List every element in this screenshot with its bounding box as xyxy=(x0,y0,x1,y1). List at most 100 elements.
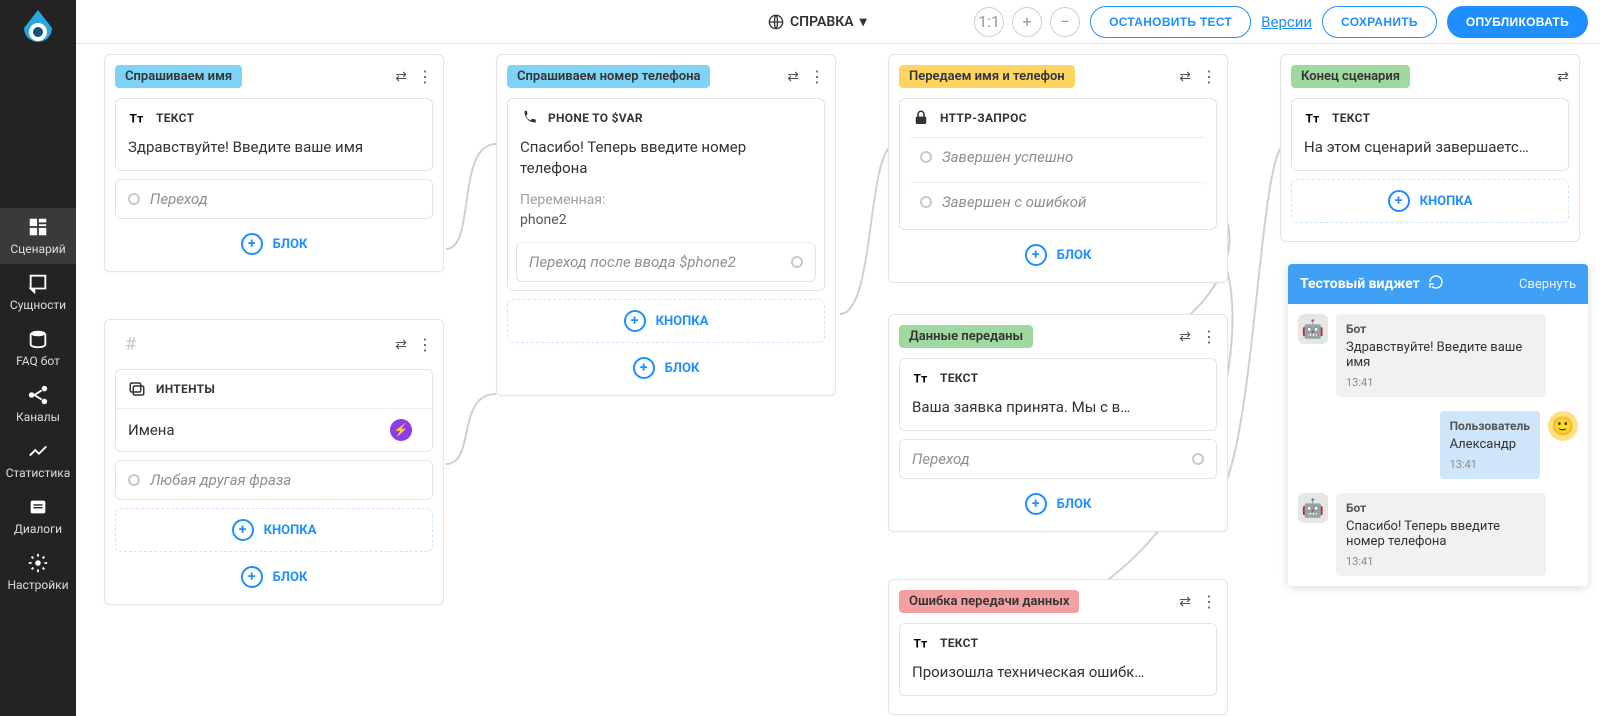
nav-faq[interactable]: FAQ бот xyxy=(0,320,76,376)
chat-title: Тестовый виджет xyxy=(1300,276,1420,292)
help-dropdown[interactable]: СПРАВКА ▾ xyxy=(768,14,867,30)
logo xyxy=(18,8,58,48)
transition-icon[interactable]: ⇄ xyxy=(787,69,799,85)
block-type: ТЕКСТ xyxy=(940,371,978,385)
block-type: HTTP-ЗАПРОС xyxy=(940,111,1027,125)
port-icon xyxy=(1192,453,1204,465)
more-icon[interactable]: ⋮ xyxy=(417,69,433,85)
text-content: На этом сценарий завершаетс… xyxy=(1292,137,1568,170)
versions-link[interactable]: Версии xyxy=(1261,13,1312,31)
transition-icon[interactable]: ⇄ xyxy=(1179,69,1191,85)
block-type: ТЕКСТ xyxy=(156,111,194,125)
msg-who: Бот xyxy=(1346,322,1536,336)
more-icon[interactable]: ⋮ xyxy=(1201,329,1217,345)
more-icon[interactable]: ⋮ xyxy=(417,337,433,353)
block-type: ТЕКСТ xyxy=(1332,111,1370,125)
add-block[interactable]: + БЛОК xyxy=(507,351,825,385)
zoom-in[interactable]: + xyxy=(1012,7,1042,37)
text-content: Здравствуйте! Введите ваше имя xyxy=(116,137,432,170)
canvas[interactable]: Спрашиваем имя ⇄ ⋮ Tт ТЕКСТ Здравствуйте… xyxy=(76,44,1600,716)
nav-channels[interactable]: Каналы xyxy=(0,376,76,432)
node-send-data[interactable]: Передаем имя и телефон ⇄ ⋮ HTTP-ЗАПРОС З… xyxy=(888,54,1228,283)
transition-icon[interactable]: ⇄ xyxy=(1179,594,1191,610)
add-block[interactable]: + БЛОК xyxy=(899,487,1217,521)
nav-dialogs[interactable]: Диалоги xyxy=(0,488,76,544)
bot-avatar: 🤖 xyxy=(1298,314,1328,344)
zoom-reset[interactable]: 1:1 xyxy=(974,7,1004,37)
nav-label: Настройки xyxy=(7,578,68,592)
nav-settings[interactable]: Настройки xyxy=(0,544,76,600)
success-row[interactable]: Завершен успешно xyxy=(908,137,1208,176)
more-icon[interactable]: ⋮ xyxy=(809,69,825,85)
add-block[interactable]: + БЛОК xyxy=(899,238,1217,272)
plus-icon: + xyxy=(241,566,263,588)
phone-icon xyxy=(520,109,538,127)
zoom-out[interactable]: − xyxy=(1050,7,1080,37)
test-widget: Тестовый виджет Свернуть 🤖 Бот Здравству… xyxy=(1288,264,1588,586)
transition-icon[interactable]: ⇄ xyxy=(1179,329,1191,345)
node-error-send[interactable]: Ошибка передачи данных ⇄ ⋮ Tт ТЕКСТ Прои… xyxy=(888,579,1228,715)
node-data-sent[interactable]: Данные переданы ⇄ ⋮ Tт ТЕКСТ Ваша заявка… xyxy=(888,314,1228,532)
text-content: Спасибо! Теперь введите номер телефона xyxy=(508,137,824,191)
transition-icon[interactable]: ⇄ xyxy=(1557,69,1569,85)
port-icon xyxy=(920,196,932,208)
node-title: Конец сценария xyxy=(1291,65,1410,88)
port-icon xyxy=(128,193,140,205)
error-row[interactable]: Завершен с ошибкой xyxy=(908,182,1208,221)
add-button[interactable]: + КНОПКА xyxy=(507,299,825,343)
plus-icon: + xyxy=(633,357,655,379)
transition-icon[interactable]: ⇄ xyxy=(395,69,407,85)
intent-row[interactable]: Имена ⚡ xyxy=(116,408,432,451)
add-block[interactable]: + БЛОК xyxy=(115,560,433,594)
text-icon: Tт xyxy=(912,634,930,652)
chat-message-bot: 🤖 Бот Здравствуйте! Введите ваше имя 13:… xyxy=(1298,314,1578,397)
more-icon[interactable]: ⋮ xyxy=(1201,69,1217,85)
nav-entities[interactable]: Сущности xyxy=(0,264,76,320)
svg-text:Tт: Tт xyxy=(914,637,928,651)
text-icon: Tт xyxy=(1304,109,1322,127)
plus-icon: + xyxy=(232,519,254,541)
any-other-row[interactable]: Любая другая фраза xyxy=(115,460,433,500)
msg-time: 13:41 xyxy=(1346,376,1536,389)
node-ask-phone[interactable]: Спрашиваем номер телефона ⇄ ⋮ PHONE TO $… xyxy=(496,54,836,396)
globe-icon xyxy=(768,14,784,30)
add-block[interactable]: + БЛОК xyxy=(115,227,433,261)
nav-scenario[interactable]: Сценарий xyxy=(0,208,76,264)
transition-row[interactable]: Переход xyxy=(899,439,1217,479)
stop-test-button[interactable]: ОСТАНОВИТЬ ТЕСТ xyxy=(1090,6,1251,38)
node-end[interactable]: Конец сценария ⇄ Tт ТЕКСТ На этом сценар… xyxy=(1280,54,1580,242)
add-button[interactable]: + КНОПКА xyxy=(115,508,433,552)
nav-stats[interactable]: Статистика xyxy=(0,432,76,488)
more-icon[interactable]: ⋮ xyxy=(1201,594,1217,610)
msg-time: 13:41 xyxy=(1450,458,1530,471)
transition-after-row[interactable]: Переход после ввода $phone2 xyxy=(516,242,816,282)
collapse-link[interactable]: Свернуть xyxy=(1519,277,1576,292)
svg-text:Tт: Tт xyxy=(1306,112,1320,126)
block-type: ИНТЕНТЫ xyxy=(156,382,215,396)
chat-message-user: Пользователь Александр 13:41 🙂 xyxy=(1298,411,1578,479)
sidebar: Сценарий Сущности FAQ бот Каналы Статист… xyxy=(0,0,76,716)
node-title: Передаем имя и телефон xyxy=(899,65,1075,88)
user-avatar: 🙂 xyxy=(1548,411,1578,441)
nav-label: Сущности xyxy=(10,298,66,312)
svg-text:Tт: Tт xyxy=(130,112,144,126)
text-content: Ваша заявка принята. Мы с в… xyxy=(900,397,1216,430)
transition-row[interactable]: Переход xyxy=(115,179,433,219)
add-button[interactable]: + КНОПКА xyxy=(1291,179,1569,223)
publish-button[interactable]: ОПУБЛИКОВАТЬ xyxy=(1447,6,1588,38)
block-type: PHONE TO $VAR xyxy=(548,111,643,125)
node-ask-name[interactable]: Спрашиваем имя ⇄ ⋮ Tт ТЕКСТ Здравствуйте… xyxy=(104,54,444,272)
node-intents[interactable]: # ⇄ ⋮ ИНТЕНТЫ Имена ⚡ xyxy=(104,319,444,605)
save-button[interactable]: СОХРАНИТЬ xyxy=(1322,6,1437,38)
chat-message-bot: 🤖 Бот Спасибо! Теперь введите номер теле… xyxy=(1298,493,1578,576)
bot-avatar: 🤖 xyxy=(1298,493,1328,523)
block-type: ТЕКСТ xyxy=(940,636,978,650)
node-title: Ошибка передачи данных xyxy=(899,590,1079,613)
nav-label: FAQ бот xyxy=(16,354,60,368)
msg-text: Здравствуйте! Введите ваше имя xyxy=(1346,340,1522,370)
msg-text: Александр xyxy=(1450,437,1516,452)
refresh-icon[interactable] xyxy=(1428,274,1444,294)
text-icon: Tт xyxy=(128,109,146,127)
transition-icon[interactable]: ⇄ xyxy=(395,337,407,353)
lock-icon xyxy=(912,109,930,127)
